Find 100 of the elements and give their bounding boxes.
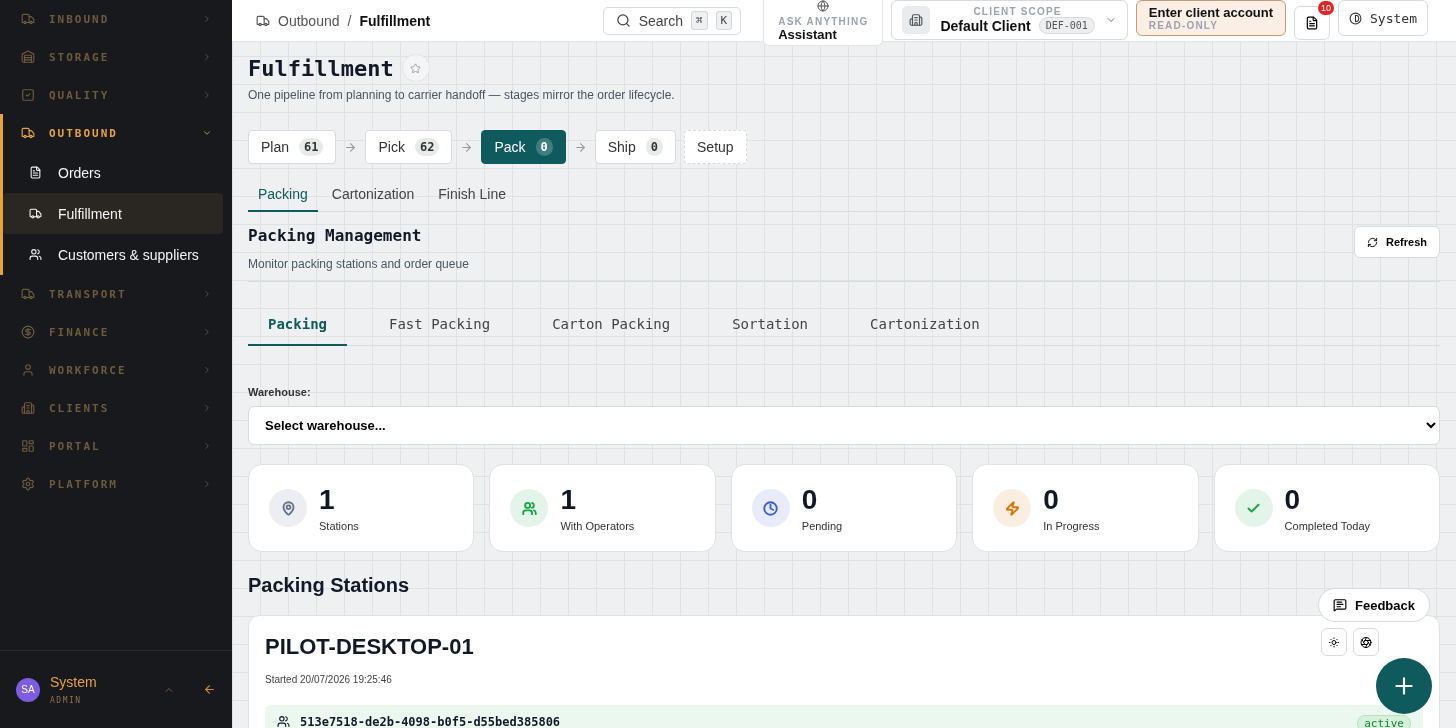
page-subtitle: One pipeline from planning to carrier handoff — stages mirror the order lifecycle. [248,88,676,102]
chevron-icon [202,128,212,138]
tab[interactable]: Fast Packing [369,304,511,346]
group-label: PORTAL [49,439,102,453]
group-label: STORAGE [49,50,111,64]
gear-icon [21,477,35,491]
checkbox-icon [21,88,35,102]
truck-icon [29,207,42,220]
station-name: PILOT-DESKTOP-01 [265,634,474,660]
sidebar-item[interactable]: Orders [3,152,223,193]
section-title: Packing Stations [248,574,411,597]
field-label: Warehouse: [248,386,312,398]
building-icon [21,401,35,415]
stage-tab[interactable]: Plan 61 [248,130,337,164]
group-label: FINANCE [49,325,111,339]
people-icon [277,715,290,728]
item-label: Orders [58,164,101,181]
section-subtitle: Monitor packing stations and order queue [248,257,469,271]
stat-value: 1 [560,484,577,516]
status-badge: active [1357,715,1411,728]
aperture-button[interactable] [1353,628,1379,656]
client-scope-selector[interactable]: CLIENT SCOPE Default Client DEF-001 [891,0,1128,40]
dashboard-icon [21,439,35,453]
tab[interactable]: Packing [248,304,347,346]
group-label: CLIENTS [49,401,111,415]
user-role: ADMIN [50,696,83,705]
people-icon [29,248,42,261]
refresh-icon [1367,236,1379,248]
arrow-icon [573,140,587,154]
truck-icon [256,13,270,28]
chevron-icon [202,90,212,100]
person-icon [21,363,35,377]
stat-value: 0 [801,484,819,516]
group-label: TRANSPORT [49,287,128,301]
operator-id: 513e7518-de2b-4098-b0f5-d55bed385806 [300,715,561,728]
search-icon [615,13,631,28]
group-label: WORKFORCE [49,363,128,377]
truck-icon [21,126,35,140]
stat-label: Completed Today [1284,520,1370,532]
chevron-icon [202,52,212,62]
refresh-button[interactable]: Refresh [1354,226,1440,258]
page-title: Fulfillment [248,55,394,81]
feedback-button[interactable]: Feedback [1318,588,1430,622]
chat-icon [1333,598,1347,612]
assistant-button[interactable]: ASK ANYTHING Assistant [763,0,884,46]
avatar: SA [16,677,40,702]
item-label: Customers & suppliers [58,246,199,263]
truck-icon [21,12,35,26]
group-label: PLATFORM [49,477,119,491]
chevron-icon [202,403,212,413]
group-label: INBOUND [49,12,111,26]
tab[interactable]: Cartonization [850,304,1000,346]
building-icon [909,13,924,27]
tab[interactable]: Finish Line [428,178,516,212]
arrow-left-icon [203,683,216,696]
search-button[interactable]: Search ⌘ K [602,6,742,35]
truck-icon [21,287,35,301]
tab[interactable]: Carton Packing [532,304,691,346]
stat-label: In Progress [1043,520,1100,532]
arrow-icon [460,140,474,154]
sun-icon [1328,635,1340,649]
sidebar-item[interactable]: Fulfillment [3,193,223,234]
tab[interactable]: Cartonization [321,178,425,212]
stat-value: 0 [1043,484,1060,516]
theme-button[interactable]: System [1338,0,1428,36]
group-label: QUALITY [49,88,111,102]
setup-tab[interactable]: Setup [684,130,747,164]
brightness-button[interactable] [1321,628,1347,656]
breadcrumb-link[interactable]: Outbound [278,12,340,29]
aperture-icon [1360,635,1372,649]
enter-client-account-button[interactable]: Enter client account READ-ONLY [1135,0,1287,36]
stat-label: Stations [319,520,359,532]
globe-icon [816,0,831,12]
sidebar-item[interactable]: Customers & suppliers [3,234,223,275]
stage-tab[interactable]: Ship 0 [594,130,676,164]
chevron-icon [202,479,212,489]
notifications-button[interactable] [1294,6,1331,40]
chevron-icon [202,365,212,375]
document-icon [29,166,42,179]
chevron-icon [202,327,212,337]
stage-tab[interactable]: Pack 0 [481,130,566,164]
user-name: System [50,674,98,690]
document-icon [1305,16,1320,30]
stage-tab[interactable]: Pick 62 [365,130,453,164]
contrast-icon [1349,11,1363,25]
stat-label: With Operators [560,520,635,532]
dollar-icon [21,325,35,339]
stat-label: Pending [801,520,843,532]
count-badge: 10 [1318,1,1335,15]
star-icon [410,62,422,74]
warehouse-select[interactable]: Select warehouse... [248,406,1440,445]
collapse-sidebar-button[interactable] [203,683,216,696]
stat-value: 0 [1284,484,1302,516]
chevron-icon [202,289,212,299]
tab[interactable]: Sortation [712,304,829,346]
stat-value: 1 [319,484,336,516]
item-label: Fulfillment [58,205,122,222]
arrow-icon [344,140,358,154]
tab[interactable]: Packing [248,178,318,212]
chevron-icon [202,14,212,24]
